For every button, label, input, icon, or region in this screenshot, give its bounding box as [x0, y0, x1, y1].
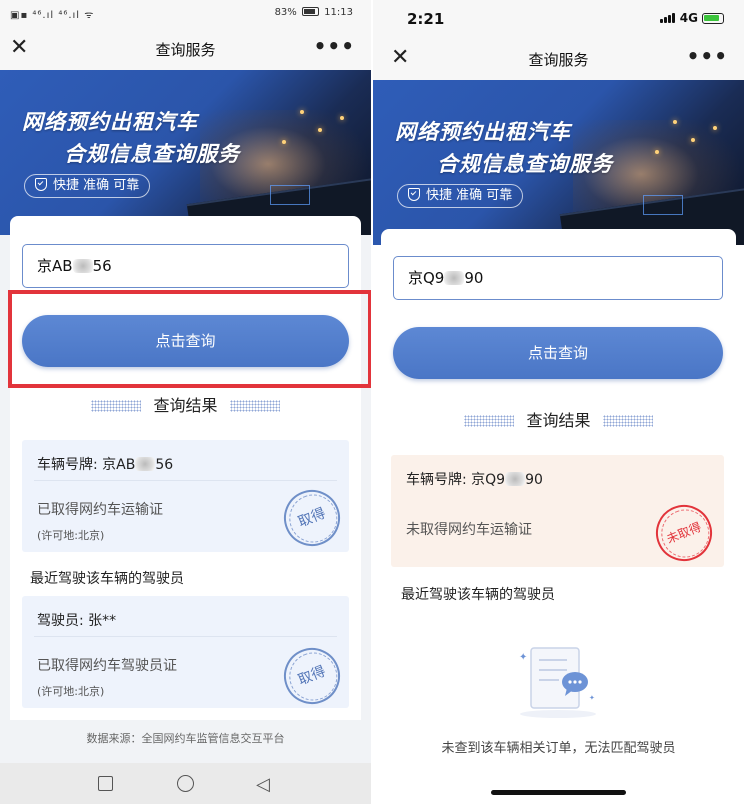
result-title: 查询结果: [381, 407, 736, 431]
driver-permit: (许可地:北京): [37, 685, 105, 698]
banner-badge-text: 快捷 准确 可靠: [53, 178, 140, 193]
vehicle-plate: 车辆号牌: 京AB 56: [37, 454, 173, 474]
not-obtained-stamp: 未取得: [647, 496, 721, 570]
banner-title-line2: 合规信息查询服务: [437, 152, 613, 176]
signal-icon: [659, 12, 676, 26]
banner-light: [282, 140, 286, 144]
vehicle-plate-label: 车辆号牌: 京AB: [37, 457, 136, 473]
dots-decoration: [229, 400, 280, 412]
blur-mask: [505, 472, 526, 486]
banner-light: [673, 120, 677, 124]
plate-input[interactable]: 京Q9 90: [393, 256, 723, 300]
phone-screen-right: 2:21 4G ✕ 查询服务 ••• 网络预约出租汽车 合规信息查询服务 快捷 …: [373, 0, 744, 804]
banner-gauge: [270, 185, 310, 205]
status-bar: ▣▪ ⁴⁶.ıl ⁴⁶.ıl ᯤ 83% 11:13: [0, 0, 371, 28]
banner-gauge: [643, 195, 683, 215]
driver-name: 驾驶员: 张**: [37, 613, 117, 629]
obtained-stamp: 取得: [275, 639, 349, 713]
plate-input-suffix: 90: [464, 269, 484, 287]
drivers-label: 最近驾驶该车辆的驾驶员: [401, 587, 555, 603]
drivers-label: 最近驾驶该车辆的驾驶员: [30, 571, 184, 587]
banner-title-line2: 合规信息查询服务: [64, 142, 240, 166]
vehicle-plate-suffix: 56: [155, 457, 174, 473]
signal-icons: ▣▪ ⁴⁶.ıl ⁴⁶.ıl ᯤ: [10, 10, 95, 21]
phone-screen-left: ▣▪ ⁴⁶.ıl ⁴⁶.ıl ᯤ 83% 11:13 ✕ 查询服务 ••• 网络…: [0, 0, 371, 804]
banner: 网络预约出租汽车 合规信息查询服务 快捷 准确 可靠: [0, 70, 371, 235]
vehicle-plate-suffix: 90: [525, 472, 543, 488]
plate-input-suffix: 56: [92, 257, 112, 275]
back-icon[interactable]: ◁: [256, 774, 270, 795]
banner-light: [318, 128, 322, 132]
nav-bar: ✕ 查询服务 •••: [0, 28, 371, 70]
more-icon[interactable]: •••: [687, 44, 728, 68]
driver-status: 已取得网约车驾驶员证: [37, 658, 177, 674]
banner-light: [300, 110, 304, 114]
system-nav-bar: ◁: [0, 763, 371, 804]
empty-document-icon: ✦ ✦: [519, 647, 596, 718]
blur-mask: [72, 259, 93, 273]
vehicle-plate-label: 车辆号牌: 京Q9: [406, 472, 506, 488]
driver-result: 驾驶员: 张** 已取得网约车驾驶员证 (许可地:北京) 取得: [22, 596, 349, 713]
home-icon[interactable]: [177, 775, 194, 792]
banner-badge: 快捷 准确 可靠: [397, 184, 524, 208]
dots-decoration: [602, 415, 653, 427]
empty-message: 未查到该车辆相关订单，无法匹配驾驶员: [441, 741, 676, 756]
dots-decoration: [91, 400, 142, 412]
divider: [34, 636, 337, 637]
shield-icon: [408, 188, 420, 201]
result-title-text: 查询结果: [526, 411, 591, 430]
svg-text:✦: ✦: [589, 694, 595, 702]
status-right: 83% 11:13: [275, 7, 353, 18]
shield-icon: [35, 178, 47, 191]
vehicle-status: 未取得网约车运输证: [406, 522, 532, 538]
result-title-text: 查询结果: [153, 396, 218, 415]
nav-bar: ✕ 查询服务 •••: [373, 38, 744, 80]
battery-icon: [702, 13, 724, 24]
banner-title-line1: 网络预约出租汽车: [395, 120, 571, 144]
battery-icon: [301, 7, 319, 16]
recent-apps-icon[interactable]: [98, 776, 113, 791]
highlight-box: [8, 290, 372, 388]
plate-input-prefix: 京Q9: [408, 269, 445, 287]
network-type: 4G: [679, 11, 698, 25]
vehicle-permit: (许可地:北京): [37, 529, 105, 542]
clock: 11:13: [324, 7, 353, 18]
banner-badge: 快捷 准确 可靠: [24, 174, 151, 198]
battery-percent: 83%: [274, 7, 297, 18]
plate-input[interactable]: 京AB 56: [22, 244, 349, 288]
vehicle-result: 车辆号牌: 京AB 56 已取得网约车运输证 (许可地:北京) 取得: [22, 440, 349, 555]
blur-mask: [444, 271, 465, 285]
vehicle-result: 车辆号牌: 京Q9 90 未取得网约车运输证 未取得: [391, 455, 724, 570]
plate-input-prefix: 京AB: [37, 257, 73, 275]
svg-text:✦: ✦: [519, 652, 527, 663]
banner-badge-text: 快捷 准确 可靠: [426, 188, 513, 203]
home-indicator[interactable]: [491, 790, 626, 795]
vehicle-plate: 车辆号牌: 京Q9 90: [406, 469, 543, 489]
banner-title-line1: 网络预约出租汽车: [22, 110, 198, 134]
divider: [34, 480, 337, 481]
obtained-stamp: 取得: [275, 481, 349, 555]
banner-light: [655, 150, 659, 154]
banner-light: [691, 138, 695, 142]
data-source: 数据来源：全国网约车监管信息交互平台: [86, 732, 285, 745]
vehicle-status: 已取得网约车运输证: [37, 502, 163, 518]
banner: 网络预约出租汽车 合规信息查询服务 快捷 准确 可靠: [373, 80, 744, 245]
result-title: 查询结果: [10, 392, 361, 416]
banner-light: [340, 116, 344, 120]
blur-mask: [135, 457, 156, 471]
banner-light: [713, 126, 717, 130]
more-icon[interactable]: •••: [314, 34, 355, 58]
dots-decoration: [464, 415, 515, 427]
status-bar: 2:21 4G: [373, 0, 744, 38]
query-button[interactable]: 点击查询: [393, 327, 723, 379]
clock: 2:21: [407, 10, 445, 28]
status-right: 4G: [659, 11, 724, 26]
